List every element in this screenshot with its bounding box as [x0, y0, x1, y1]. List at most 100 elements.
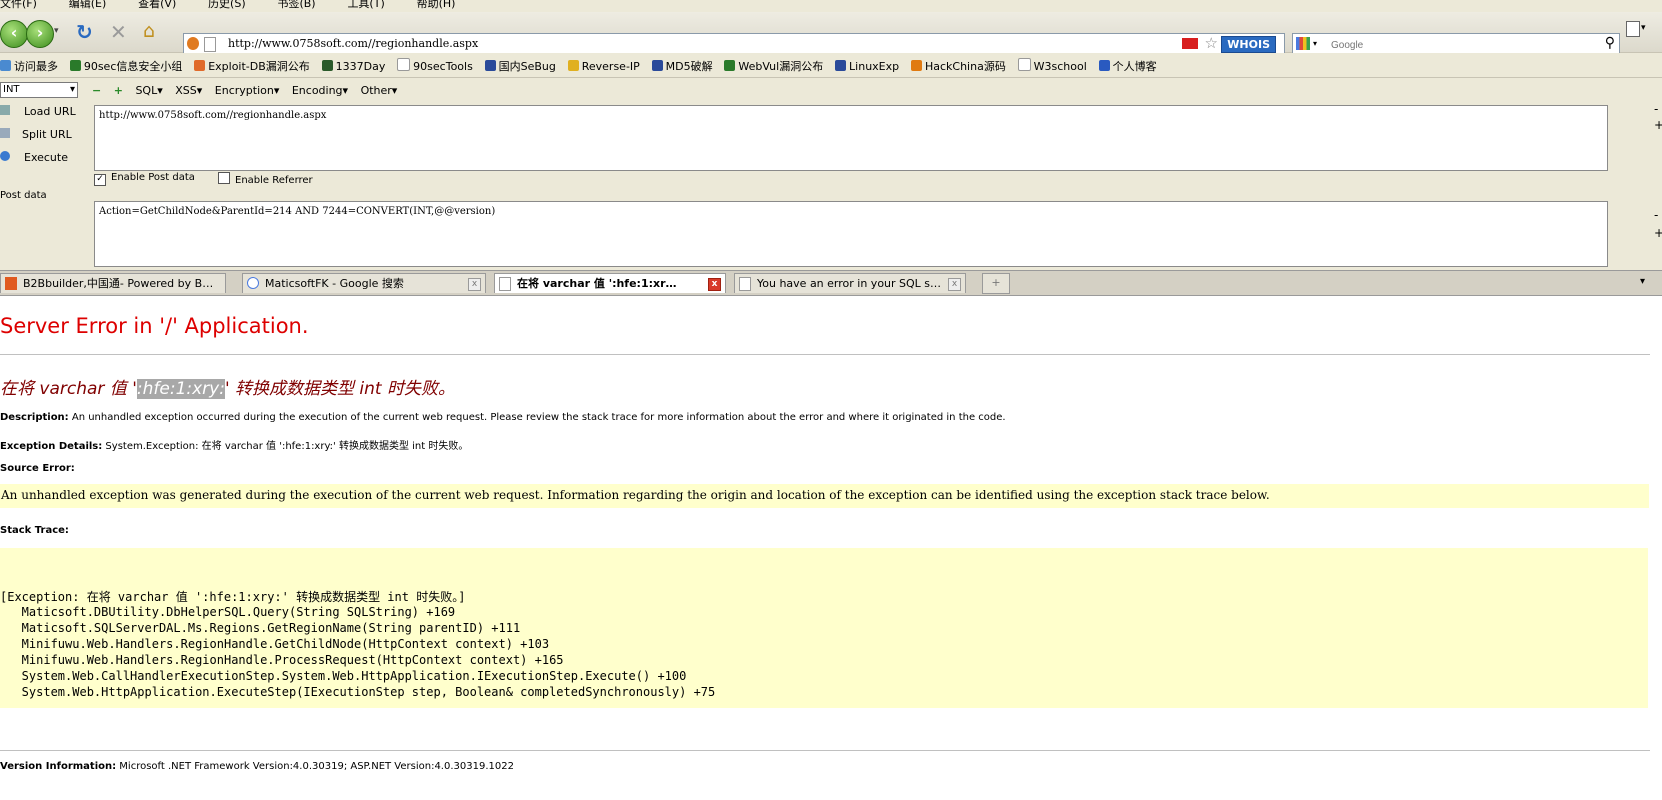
bookmark-item[interactable]: 90sec信息安全小组 [69, 58, 182, 74]
post-shrink-button[interactable]: - [1654, 208, 1658, 222]
menu-bar: 文件(F) 编辑(E) 查看(V) 历史(S) 书签(B) 工具(T) 帮助(H… [0, 0, 1662, 12]
stack-trace-box: [Exception: 在将 varchar 值 ':hfe:1:xry:' 转… [0, 548, 1648, 708]
page-icon [397, 58, 411, 71]
stack-line: Minifuwu.Web.Handlers.RegionHandle.Proce… [0, 653, 564, 667]
tab-sql-error[interactable]: You have an error in your SQL s… x [734, 273, 966, 293]
bookmark-icon [651, 60, 663, 71]
close-tab-icon[interactable]: x [708, 278, 721, 291]
bookmark-item[interactable]: HackChina源码 [910, 58, 1006, 74]
url-grow-button[interactable]: + [1654, 118, 1662, 132]
tab-list-icon[interactable]: ▾ [1640, 276, 1645, 287]
menu-edit[interactable]: 编辑(E) [69, 0, 107, 10]
back-button[interactable]: ‹ [0, 20, 28, 48]
menu-history[interactable]: 历史(S) [208, 0, 246, 10]
bookmark-star-icon[interactable]: ☆ [1205, 34, 1218, 52]
execute-button[interactable]: Execute [0, 151, 68, 164]
bookmark-icon [194, 60, 206, 71]
stop-icon[interactable]: ✕ [110, 20, 127, 44]
tab-server-error[interactable]: 在将 varchar 值 ':hfe:1:xr… x [494, 273, 726, 293]
increase-icon[interactable]: + [114, 84, 123, 97]
error-title: Server Error in '/' Application. [0, 314, 309, 338]
enable-referrer-checkbox[interactable]: Enable Referrer [218, 172, 313, 186]
bookmark-icon [321, 60, 333, 71]
address-text[interactable]: http://www.0758soft.com//regionhandle.as… [228, 37, 478, 50]
back-arrow-icon: ‹ [10, 23, 18, 42]
type-select[interactable]: INT ▾ [0, 82, 78, 98]
url-shrink-button[interactable]: - [1654, 102, 1658, 116]
search-icon[interactable]: ⚲ [1605, 35, 1615, 51]
tab-google-search[interactable]: MaticsoftFK - Google 搜索 x [242, 273, 486, 293]
google-icon [247, 277, 259, 289]
hackbar-toolbar: INT ▾ − + SQL▾ XSS▾ Encryption▾ Encoding▾… [0, 78, 1662, 102]
bookmark-item[interactable]: 访问最多 [0, 58, 58, 74]
china-flag-icon [1182, 38, 1198, 49]
post-data-label: Post data [0, 190, 47, 201]
bookmark-item[interactable]: Reverse-IP [567, 60, 640, 73]
sql-menu[interactable]: SQL▾ [135, 84, 162, 97]
search-input[interactable] [1329, 36, 1593, 54]
forward-button[interactable]: › [26, 20, 54, 48]
bookmark-item[interactable]: MD5破解 [651, 58, 713, 74]
bookmark-icon [910, 60, 922, 71]
site-identity-icon[interactable] [187, 37, 199, 50]
exception-details-line: Exception Details: System.Exception: 在将 … [0, 441, 469, 452]
selected-text: :hfe:1:xry: [136, 379, 225, 399]
page-icon [204, 37, 216, 52]
xss-menu[interactable]: XSS▾ [175, 84, 202, 97]
split-icon [0, 128, 10, 138]
google-engine-icon[interactable] [1296, 37, 1310, 50]
bookmark-item[interactable]: Exploit-DB漏洞公布 [194, 58, 310, 74]
post-data-textarea[interactable]: Action=GetChildNode&ParentId=214 AND 724… [94, 201, 1608, 267]
tab-b2bbuilder[interactable]: B2Bbuilder,中国通- Powered by B… [0, 273, 226, 293]
enable-post-checkbox[interactable]: ✓ Enable Post data [94, 172, 195, 186]
stack-line: Maticsoft.SQLServerDAL.Ms.Regions.GetReg… [0, 621, 521, 635]
page-menu-dropdown-icon[interactable]: ▾ [1641, 23, 1646, 33]
page-content: Server Error in '/' Application. 在将 varc… [0, 296, 1662, 800]
hackbar-panel: Load URL Split URL Execute http://www.07… [0, 102, 1662, 270]
home-icon[interactable]: ⌂ [143, 20, 155, 42]
reload-icon[interactable]: ↻ [76, 20, 93, 44]
page-icon [739, 277, 751, 291]
whois-button[interactable]: WHOIS [1221, 36, 1276, 53]
description-line: Description: An unhandled exception occu… [0, 412, 1006, 423]
bookmark-item[interactable]: 国内SeBug [484, 58, 556, 74]
bookmark-item[interactable]: LinuxExp [835, 60, 899, 73]
hackbar-menus: − + SQL▾ XSS▾ Encryption▾ Encoding▾ Othe… [92, 84, 406, 97]
menu-file[interactable]: 文件(F) [0, 0, 37, 10]
split-url-button[interactable]: Split URL [0, 128, 72, 141]
decrease-icon[interactable]: − [92, 84, 101, 97]
menu-help[interactable]: 帮助(H) [417, 0, 456, 10]
other-menu[interactable]: Other▾ [361, 84, 398, 97]
menu-tools[interactable]: 工具(T) [347, 0, 384, 10]
bookmark-icon [69, 60, 81, 71]
page-menu-icon[interactable] [1626, 21, 1640, 37]
bookmark-item[interactable]: WebVul漏洞公布 [724, 58, 823, 74]
load-url-button[interactable]: Load URL [0, 105, 76, 118]
bookmark-item[interactable]: 90secTools [397, 58, 473, 73]
divider [0, 750, 1650, 751]
chevron-down-icon: ▾ [69, 84, 75, 95]
menu-view[interactable]: 查看(V) [138, 0, 176, 10]
execute-icon [0, 151, 10, 161]
new-tab-button[interactable]: + [982, 273, 1010, 294]
stack-line: System.Web.HttpApplication.ExecuteStep(I… [0, 685, 716, 699]
menu-bookmarks[interactable]: 书签(B) [277, 0, 315, 10]
bookmark-item[interactable]: 1337Day [321, 60, 385, 73]
stack-line: System.Web.CallHandlerExecutionStep.Syst… [0, 669, 687, 683]
engine-dropdown-icon[interactable]: ▾ [1313, 39, 1317, 48]
bookmarks-toolbar: 访问最多 90sec信息安全小组 Exploit-DB漏洞公布 1337Day … [0, 53, 1662, 78]
post-grow-button[interactable]: + [1654, 226, 1662, 240]
bookmark-item[interactable]: 个人博客 [1098, 58, 1157, 74]
url-textarea[interactable]: http://www.0758soft.com//regionhandle.as… [94, 105, 1608, 171]
bookmark-icon [484, 60, 496, 71]
close-tab-icon[interactable]: x [468, 278, 481, 291]
encoding-menu[interactable]: Encoding▾ [292, 84, 348, 97]
close-tab-icon[interactable]: x [948, 278, 961, 291]
checkmark-icon: ✓ [94, 174, 106, 186]
stack-line: [Exception: 在将 varchar 值 ':hfe:1:xry:' 转… [0, 590, 466, 604]
checkbox-empty [218, 172, 230, 184]
encryption-menu[interactable]: Encryption▾ [215, 84, 280, 97]
history-dropdown-icon[interactable]: ▾ [54, 26, 59, 36]
bookmark-item[interactable]: W3school [1017, 58, 1087, 73]
load-icon [0, 105, 10, 115]
